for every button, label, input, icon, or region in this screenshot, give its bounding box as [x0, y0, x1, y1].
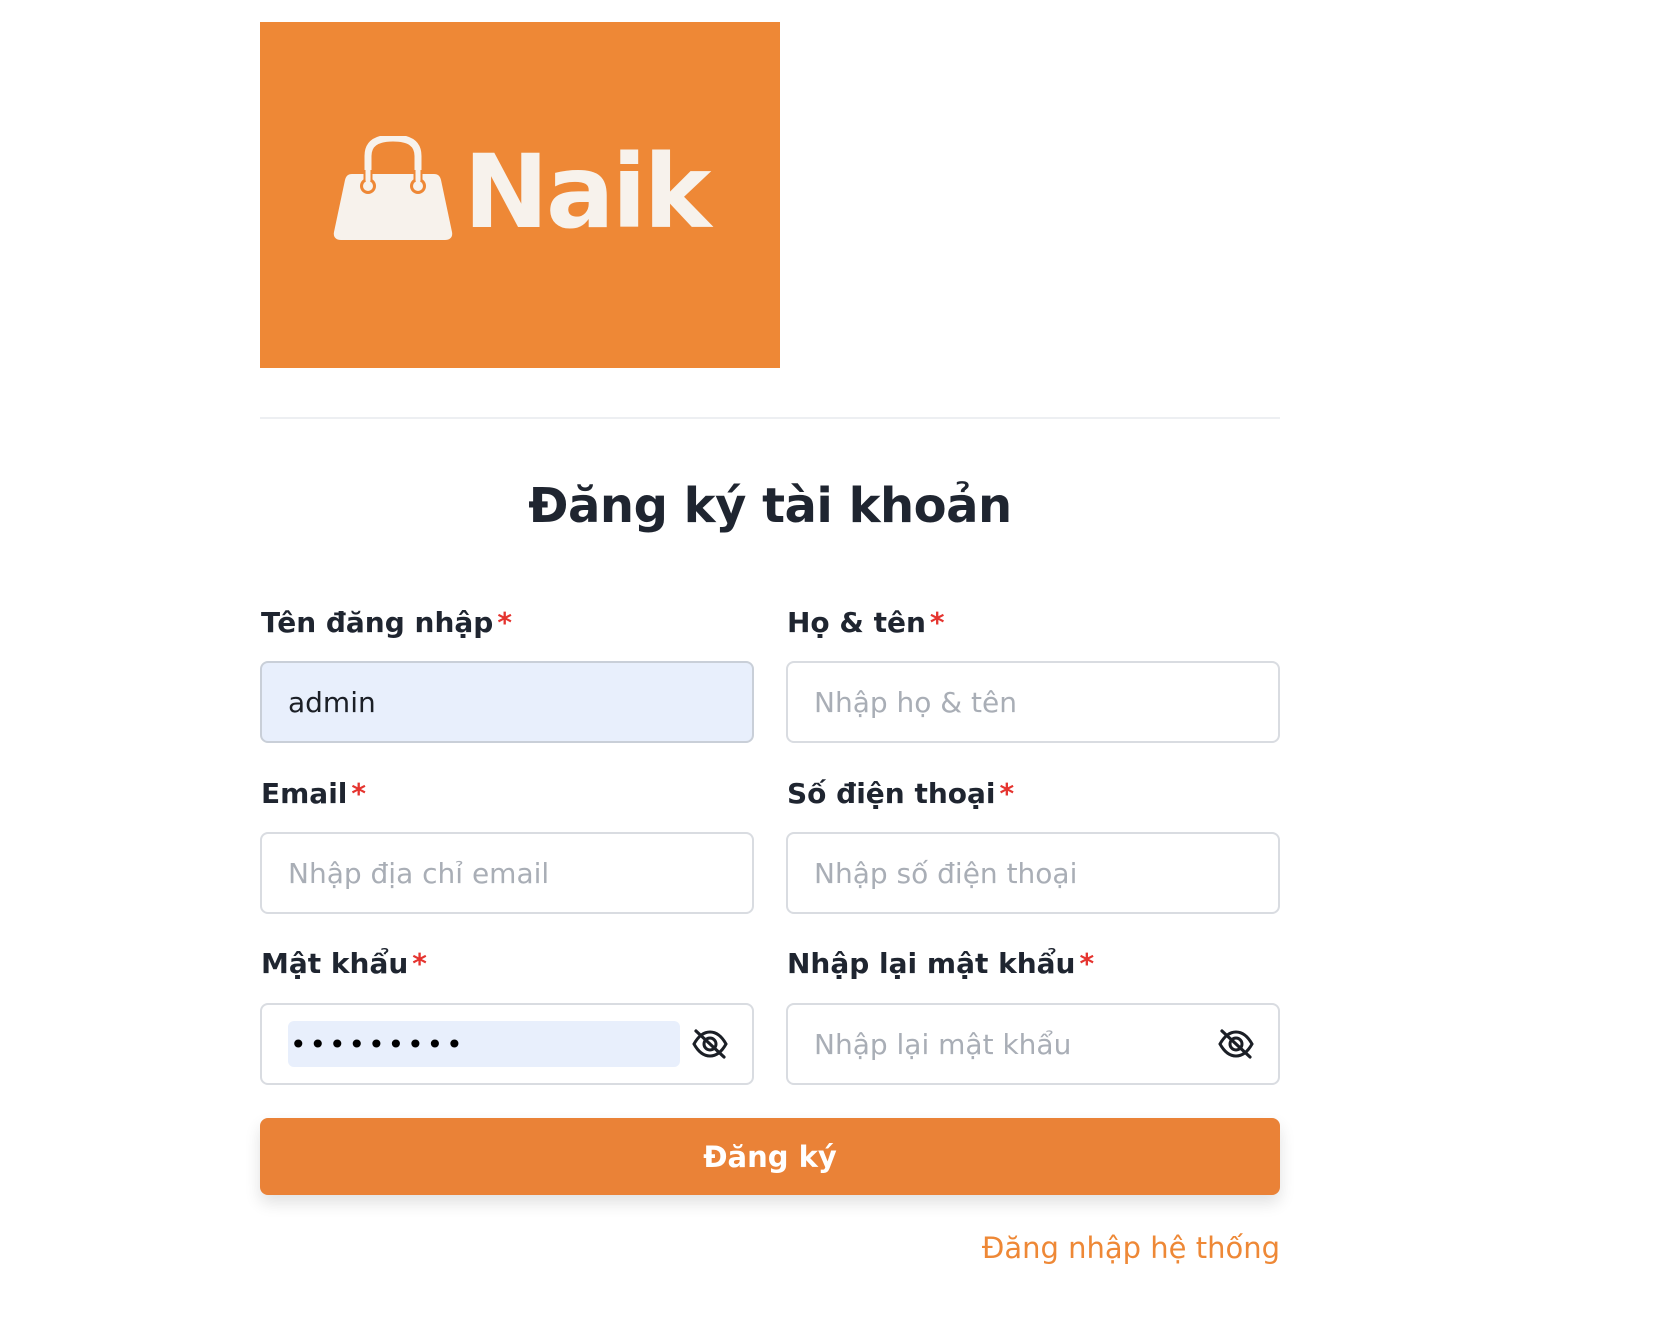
eye-slash-icon[interactable]: [1216, 1024, 1256, 1064]
required-marker: *: [412, 947, 427, 980]
fullname-label-text: Họ & tên: [787, 606, 926, 639]
eye-slash-icon[interactable]: [690, 1024, 730, 1064]
brand-name: Naik: [463, 133, 712, 252]
password-input[interactable]: [290, 1021, 680, 1067]
shopping-bag-icon: [332, 136, 454, 240]
required-marker: *: [1079, 947, 1095, 980]
confirm-password-label-text: Nhập lại mật khẩu: [787, 947, 1076, 980]
password-autofill-highlight: [288, 1021, 680, 1067]
phone-label: Số điện thoại *: [787, 777, 1014, 810]
phone-input[interactable]: [814, 834, 1252, 912]
fullname-label: Họ & tên *: [787, 606, 945, 639]
confirm-password-wrapper: [814, 1005, 1206, 1083]
register-page: Naik Đăng ký tài khoản Tên đăng nhập* Họ…: [0, 0, 1674, 1318]
confirm-password-input[interactable]: [814, 1005, 1206, 1083]
required-marker: *: [497, 606, 512, 639]
username-input[interactable]: [288, 663, 726, 741]
header-divider: [260, 417, 1280, 419]
email-field: [260, 832, 754, 914]
login-link[interactable]: Đăng nhập hệ thống: [982, 1231, 1280, 1265]
page-title: Đăng ký tài khoản: [528, 478, 1012, 534]
logo-content: Naik: [332, 136, 712, 244]
confirm-password-field: [786, 1003, 1280, 1085]
password-label: Mật khẩu *: [261, 947, 427, 980]
username-label-text: Tên đăng nhập: [261, 606, 494, 639]
password-label-text: Mật khẩu: [261, 947, 409, 980]
email-input[interactable]: [288, 834, 726, 912]
username-label: Tên đăng nhập *: [261, 606, 512, 639]
email-label: Email *: [261, 777, 366, 810]
register-button[interactable]: Đăng ký: [260, 1118, 1280, 1195]
email-label-text: Email: [261, 777, 348, 810]
required-marker: *: [929, 606, 945, 639]
password-field: [260, 1003, 754, 1085]
confirm-password-label: Nhập lại mật khẩu *: [787, 947, 1094, 980]
username-field: [260, 661, 754, 743]
required-marker: *: [351, 777, 367, 810]
fullname-input[interactable]: [814, 663, 1252, 741]
phone-label-text: Số điện thoại: [787, 777, 996, 810]
required-marker: *: [999, 777, 1015, 810]
brand-logo: Naik: [260, 22, 780, 368]
fullname-field: [786, 661, 1280, 743]
phone-field: [786, 832, 1280, 914]
